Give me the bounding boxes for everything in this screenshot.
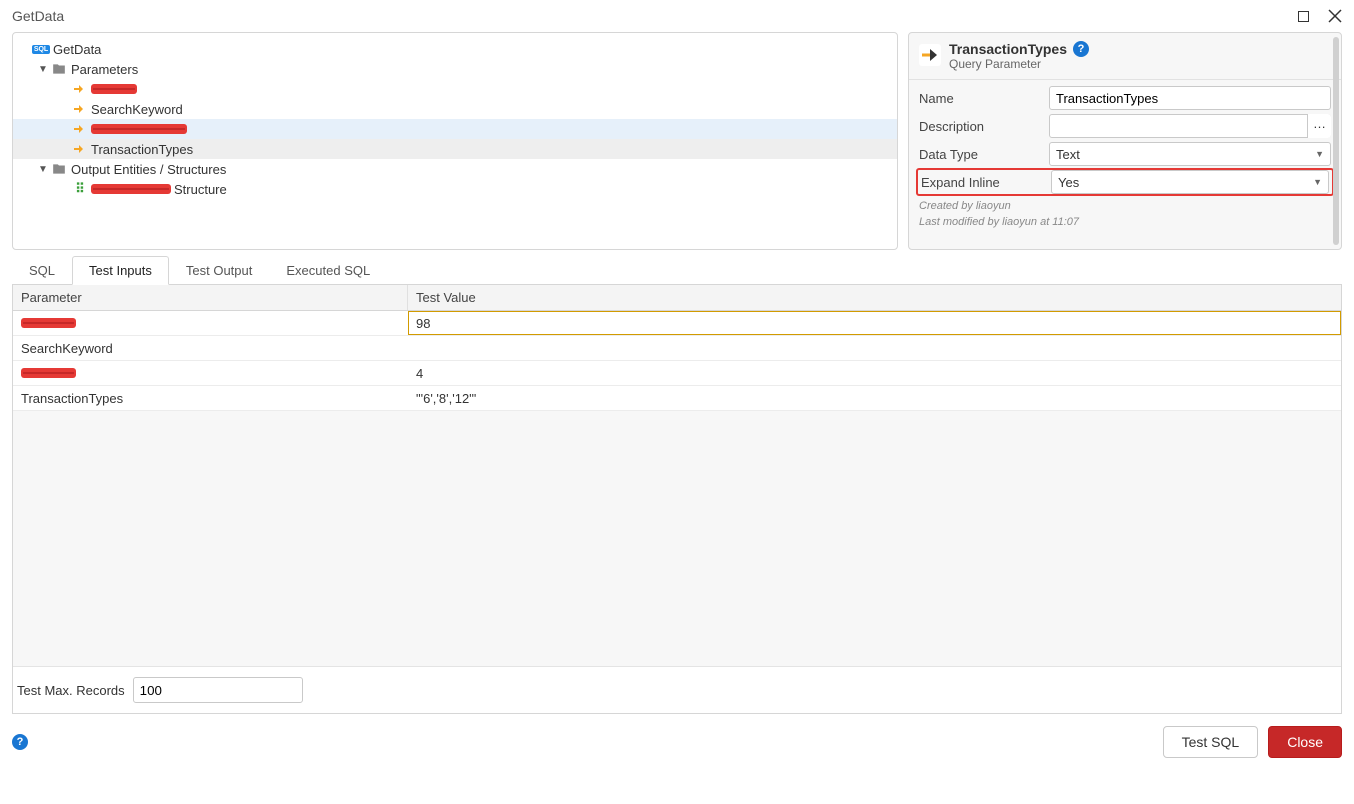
value-cell[interactable]: 98 xyxy=(408,311,1341,335)
value-cell[interactable]: 4 xyxy=(408,361,1341,385)
tree-label: Output Entities / Structures xyxy=(71,162,226,177)
tree-param-redacted-2[interactable] xyxy=(13,119,897,139)
datatype-value: Text xyxy=(1056,147,1080,162)
tree-root-label: GetData xyxy=(53,42,101,57)
test-inputs-grid: Parameter Test Value 98SearchKeyword4Tra… xyxy=(12,285,1342,714)
parameter-icon xyxy=(71,101,87,117)
description-input[interactable] xyxy=(1049,114,1331,138)
tree-parameters-folder[interactable]: ▼ Parameters xyxy=(13,59,897,79)
datatype-select[interactable]: Text ▼ xyxy=(1049,142,1331,166)
value-cell[interactable] xyxy=(408,336,1341,360)
redacted-text xyxy=(21,368,76,378)
tree-label: Parameters xyxy=(71,62,138,77)
param-cell: TransactionTypes xyxy=(13,391,408,406)
parameter-icon xyxy=(919,44,941,69)
param-cell xyxy=(13,318,408,328)
tab-test-inputs[interactable]: Test Inputs xyxy=(72,256,169,285)
max-records-input[interactable] xyxy=(133,677,303,703)
expand-value: Yes xyxy=(1058,175,1079,190)
parameter-icon xyxy=(71,81,87,97)
tab-sql[interactable]: SQL xyxy=(12,256,72,284)
tree-label: Structure xyxy=(174,182,227,197)
props-subtitle: Query Parameter xyxy=(949,57,1089,71)
redacted-text xyxy=(91,84,137,94)
table-row[interactable]: 4 xyxy=(13,361,1341,386)
description-expand-button[interactable]: … xyxy=(1307,114,1331,138)
table-row[interactable]: 98 xyxy=(13,311,1341,336)
param-cell: SearchKeyword xyxy=(13,341,408,356)
tree-label: TransactionTypes xyxy=(91,142,193,157)
scrollbar[interactable] xyxy=(1333,37,1339,245)
prop-label-datatype: Data Type xyxy=(919,147,1049,162)
folder-icon xyxy=(51,61,67,77)
chevron-down-icon: ▼ xyxy=(1313,177,1322,187)
structure-icon: ⠿ xyxy=(71,181,87,197)
redacted-text xyxy=(21,318,76,328)
grid-header-value: Test Value xyxy=(408,285,1341,310)
grid-empty-area xyxy=(13,411,1341,667)
name-input[interactable] xyxy=(1049,86,1331,110)
prop-label-expand-inline: Expand Inline xyxy=(921,175,1051,190)
window-title: GetData xyxy=(12,8,64,24)
expand-inline-select[interactable]: Yes ▼ xyxy=(1051,170,1329,194)
tree-label: SearchKeyword xyxy=(91,102,183,117)
tab-executed-sql[interactable]: Executed SQL xyxy=(269,256,387,284)
maximize-button[interactable] xyxy=(1296,9,1310,23)
chevron-down-icon: ▼ xyxy=(1315,149,1324,159)
chevron-down-icon[interactable]: ▼ xyxy=(37,64,49,75)
properties-panel: TransactionTypes ? Query Parameter Name … xyxy=(908,32,1342,250)
tab-test-output[interactable]: Test Output xyxy=(169,256,269,284)
props-title: TransactionTypes xyxy=(949,41,1067,57)
grid-header-parameter: Parameter xyxy=(13,285,408,310)
param-cell xyxy=(13,368,408,378)
query-tree[interactable]: SQL GetData ▼ Parameters SearchKeyword T… xyxy=(12,32,898,250)
parameter-icon xyxy=(71,141,87,157)
test-sql-button[interactable]: Test SQL xyxy=(1163,726,1259,758)
help-icon[interactable]: ? xyxy=(12,734,28,750)
sql-icon: SQL xyxy=(33,41,49,57)
chevron-down-icon[interactable]: ▼ xyxy=(37,164,49,175)
redacted-text xyxy=(91,124,187,134)
tree-output-folder[interactable]: ▼ Output Entities / Structures xyxy=(13,159,897,179)
created-by-text: Created by liaoyun xyxy=(909,198,1341,214)
tree-param-search-keyword[interactable]: SearchKeyword xyxy=(13,99,897,119)
info-icon[interactable]: ? xyxy=(1073,41,1089,57)
max-records-label: Test Max. Records xyxy=(17,683,125,698)
tabs-bar: SQL Test Inputs Test Output Executed SQL xyxy=(12,256,1342,285)
tree-param-redacted-1[interactable] xyxy=(13,79,897,99)
value-cell[interactable]: "'6','8','12'" xyxy=(408,386,1341,410)
prop-label-description: Description xyxy=(919,119,1049,134)
redacted-text xyxy=(91,184,171,194)
modified-by-text: Last modified by liaoyun at 11:07 xyxy=(909,214,1341,236)
tree-param-transaction-types[interactable]: TransactionTypes xyxy=(13,139,897,159)
close-window-button[interactable] xyxy=(1328,9,1342,23)
table-row[interactable]: TransactionTypes"'6','8','12'" xyxy=(13,386,1341,411)
tree-output-structure[interactable]: ⠿ Structure xyxy=(13,179,897,199)
parameter-icon xyxy=(71,121,87,137)
close-button[interactable]: Close xyxy=(1268,726,1342,758)
table-row[interactable]: SearchKeyword xyxy=(13,336,1341,361)
folder-icon xyxy=(51,161,67,177)
tree-root[interactable]: SQL GetData xyxy=(13,39,897,59)
prop-label-name: Name xyxy=(919,91,1049,106)
